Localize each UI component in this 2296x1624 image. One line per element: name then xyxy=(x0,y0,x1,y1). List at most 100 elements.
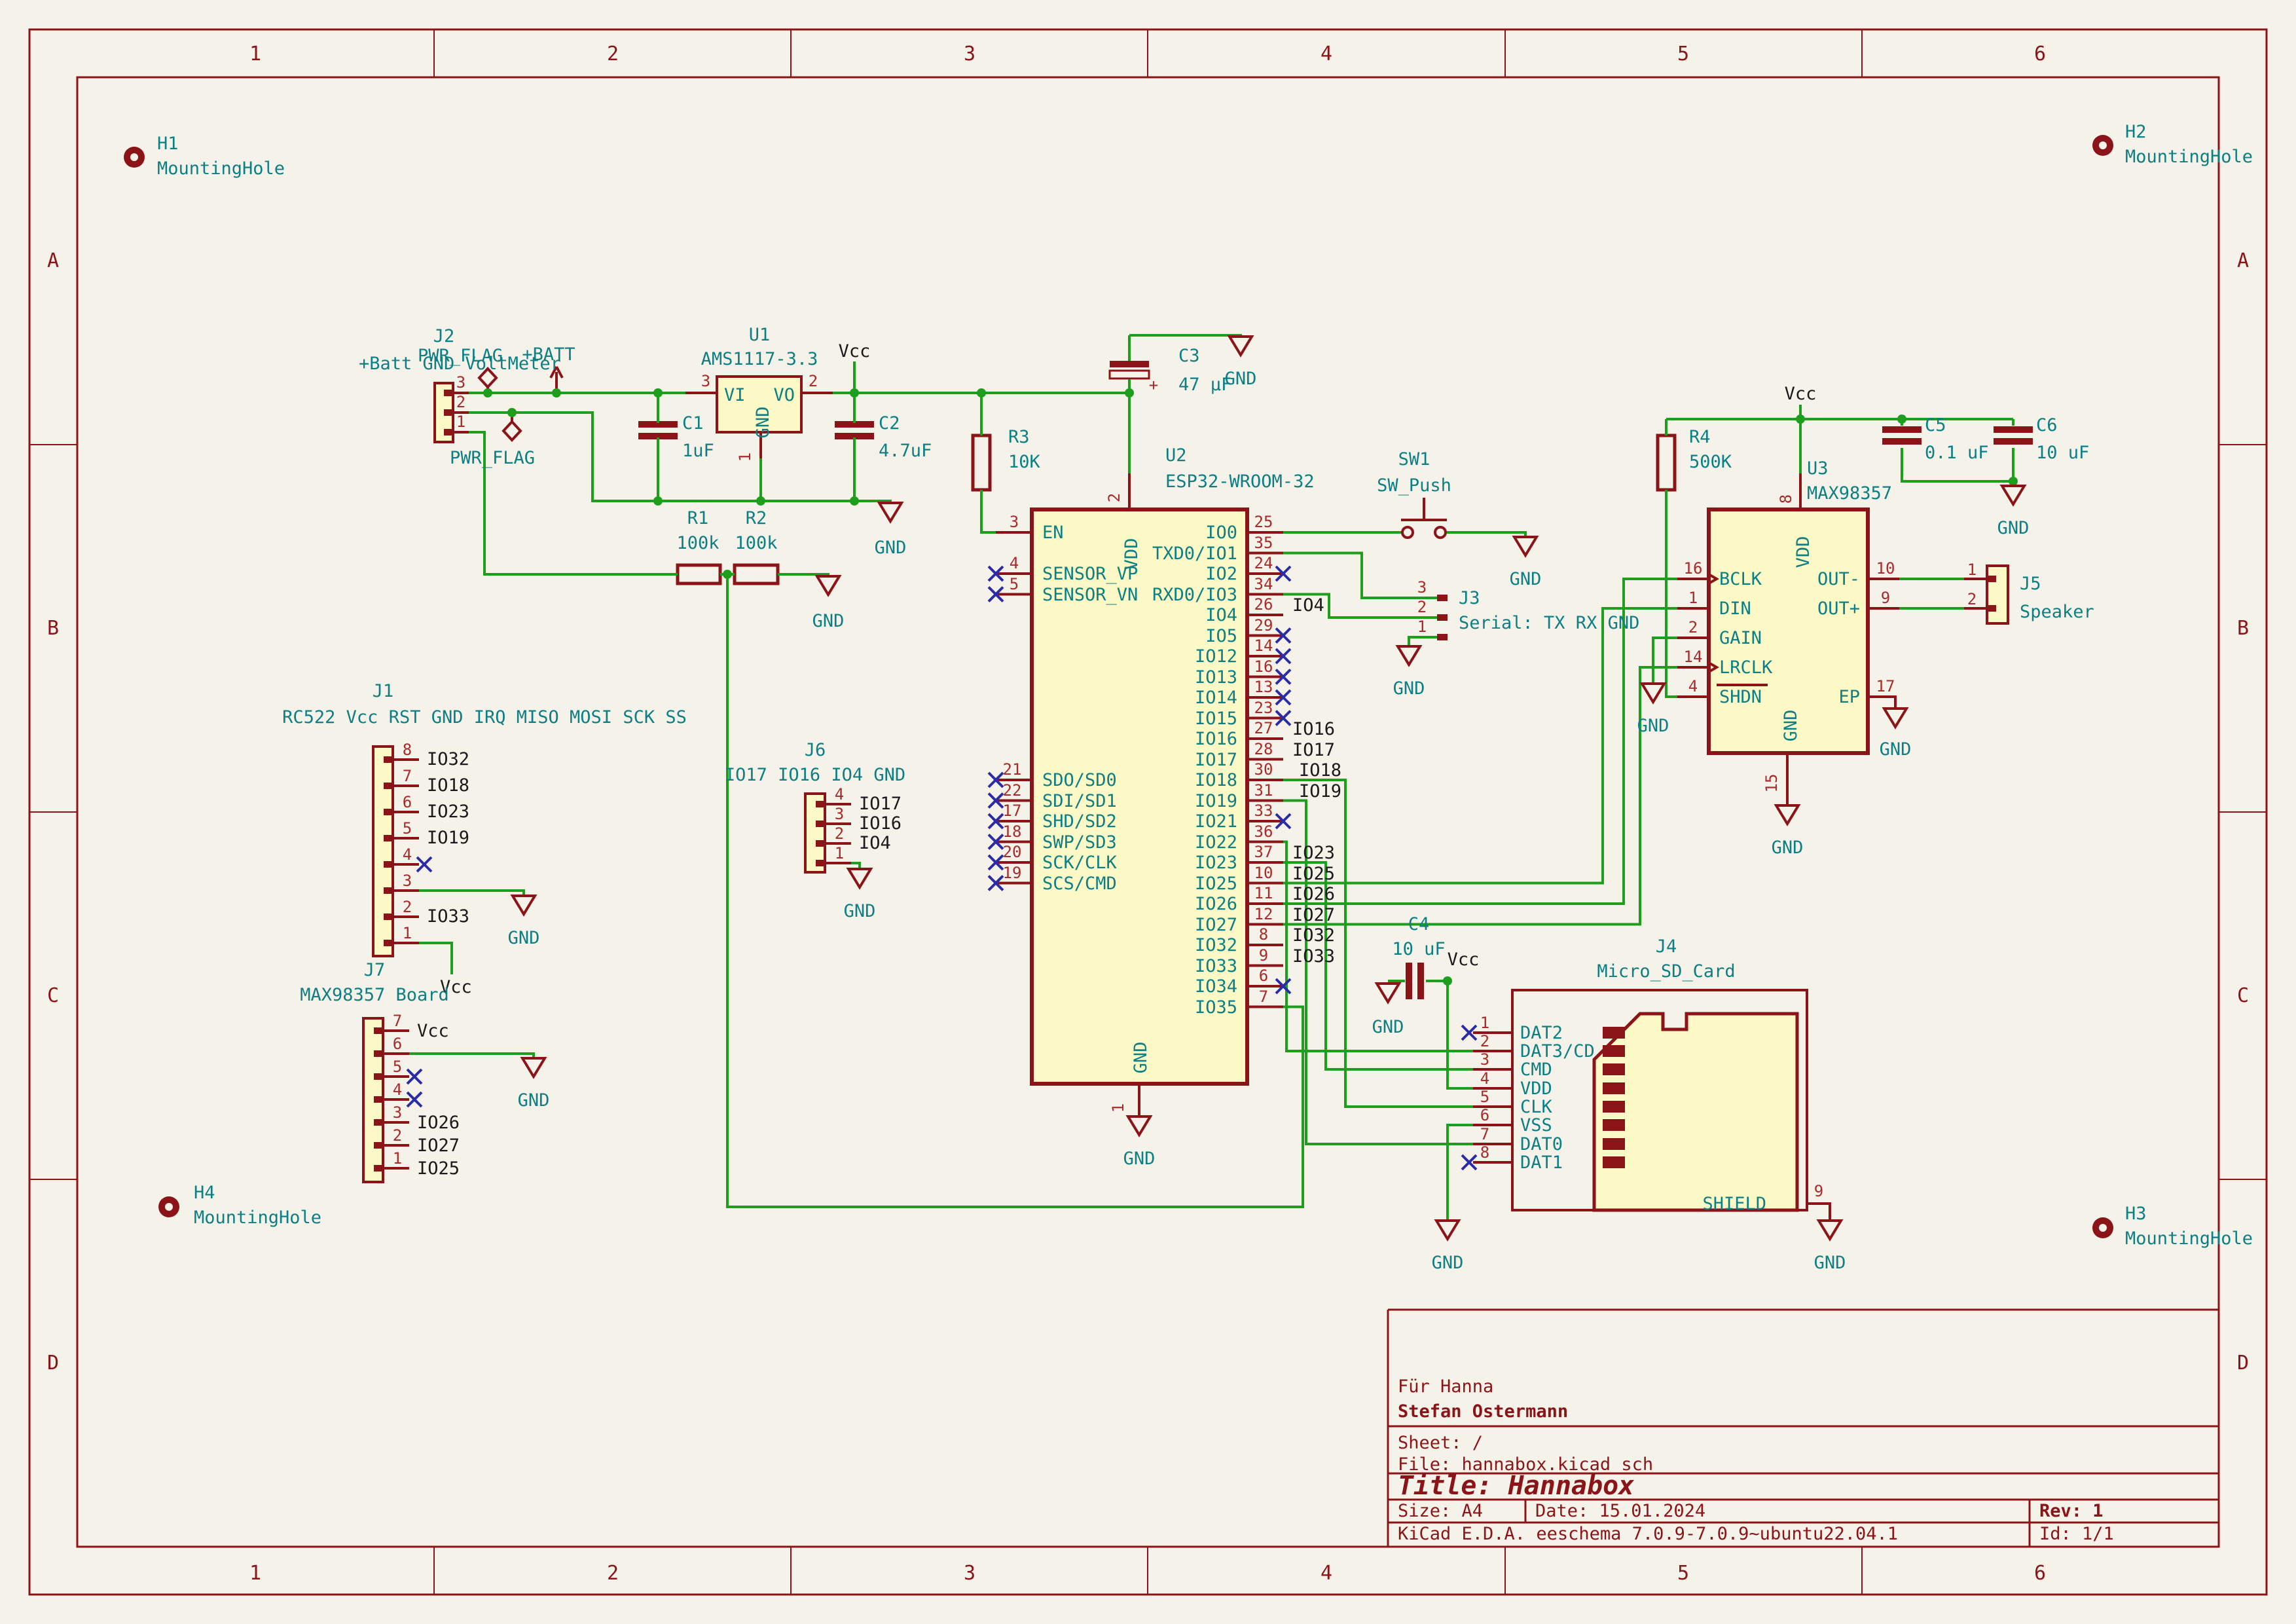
text-label: C1 xyxy=(682,413,704,434)
text-label: IO19 xyxy=(1195,791,1237,811)
text-label: 4 xyxy=(1321,43,1332,65)
pin-pad xyxy=(374,1027,383,1034)
text-label: 1 xyxy=(736,452,754,462)
text-label: 30 xyxy=(1254,760,1273,779)
text-label: LRCLK xyxy=(1719,657,1773,678)
gnd-symbol xyxy=(513,896,535,914)
text-label: DAT0 xyxy=(1520,1134,1563,1154)
text-label: 100k xyxy=(735,533,777,553)
text-label: IO18 xyxy=(1195,770,1237,790)
text-label: Date: 15.01.2024 xyxy=(1535,1501,1705,1521)
text-label: 22 xyxy=(1003,781,1022,800)
text-label: GND xyxy=(1123,1149,1156,1169)
text-label: GND xyxy=(1510,569,1542,589)
wire xyxy=(419,943,452,974)
text-label: SCK/CLK xyxy=(1042,853,1118,873)
junction-dot xyxy=(723,570,732,579)
text-label: SDI/SD1 xyxy=(1042,791,1117,811)
text-label: 26 xyxy=(1254,595,1273,614)
text-label: C3 xyxy=(1178,346,1200,366)
text-label: 3 xyxy=(393,1103,402,1122)
text-label: IO35 xyxy=(1195,997,1237,1018)
pin-pad xyxy=(444,409,453,416)
text-label: 1 xyxy=(1967,561,1977,579)
text-label: 18 xyxy=(1003,822,1022,841)
text-label: 2 xyxy=(1967,590,1977,608)
pin-pad xyxy=(384,756,393,763)
wire xyxy=(1666,490,1677,697)
text-label: IO12 xyxy=(1195,646,1237,667)
text-label: 8 xyxy=(1259,925,1268,944)
gnd-symbol xyxy=(817,576,839,595)
text-label: 36 xyxy=(1254,822,1273,841)
text-label: R1 xyxy=(687,508,709,528)
text-label: 1uF xyxy=(682,441,714,461)
text-label: GND xyxy=(1997,518,2030,538)
pin-pad xyxy=(384,887,393,894)
text-label: GND xyxy=(1637,716,1669,736)
text-label: ESP32-WROOM-32 xyxy=(1165,471,1315,492)
junction-dot xyxy=(483,388,492,397)
text-label: 1 xyxy=(249,1562,261,1585)
text-label: IO4 xyxy=(1292,595,1324,616)
wire xyxy=(1283,667,1677,925)
text-label: IO26 xyxy=(417,1113,460,1133)
mounting-hole-icon xyxy=(165,1203,173,1211)
text-label: IO23 xyxy=(1292,843,1335,863)
resistor-body xyxy=(973,435,990,490)
text-label: IO26 xyxy=(1195,894,1237,914)
text-label: 10 uF xyxy=(2036,443,2089,463)
text-label: J3 xyxy=(1459,588,1480,608)
text-label: IO0 xyxy=(1205,523,1237,543)
pin-pad xyxy=(1603,1156,1625,1168)
text-label: C4 xyxy=(1408,914,1430,934)
pin-pad xyxy=(374,1142,383,1149)
text-label: J6 xyxy=(805,740,826,760)
text-label: J5 xyxy=(2020,574,2041,594)
text-label: CLK xyxy=(1520,1097,1553,1117)
resistor-body xyxy=(735,565,778,583)
text-label: OUT- xyxy=(1817,569,1860,589)
text-label: IO4 xyxy=(1205,605,1237,625)
text-label: VDD xyxy=(1793,536,1813,568)
text-label: 3 xyxy=(1480,1050,1489,1069)
text-label: 17 xyxy=(1003,802,1022,820)
text-label: 6 xyxy=(2034,1562,2046,1585)
text-label: SHDN xyxy=(1719,687,1762,707)
text-label: PWR_FLAG xyxy=(450,448,535,468)
text-label: 17 xyxy=(1876,677,1895,695)
text-label: Vcc xyxy=(1448,950,1480,970)
text-label: Sheet: / xyxy=(1398,1433,1483,1453)
switch-contact xyxy=(1402,527,1413,538)
text-label: 7 xyxy=(403,767,412,785)
wire xyxy=(1129,335,1241,338)
text-label: MountingHole xyxy=(194,1208,321,1228)
junction-dot xyxy=(1443,976,1452,986)
text-label: 4 xyxy=(1480,1069,1489,1088)
text-label: D xyxy=(47,1352,59,1375)
text-label: Title: Hannabox xyxy=(1398,1471,1634,1501)
junction-dot xyxy=(653,388,663,397)
resistor-body xyxy=(678,565,720,583)
mounting-hole-icon xyxy=(2099,1224,2107,1232)
pin-pad xyxy=(384,940,393,946)
text-label: MAX98357 Board xyxy=(300,985,449,1005)
text-label: Speaker xyxy=(2020,602,2094,622)
text-label: IO27 xyxy=(1195,915,1237,935)
text-label: GND xyxy=(1372,1017,1404,1037)
pin-pad xyxy=(444,390,453,396)
text-label: 10K xyxy=(1008,452,1041,472)
pin-pad xyxy=(1603,1101,1625,1113)
text-label: 3 xyxy=(701,372,710,390)
text-label: IO32 xyxy=(1292,925,1335,946)
text-label: IO15 xyxy=(1195,709,1237,729)
text-label: IO33 xyxy=(1292,946,1335,967)
text-label: 2 xyxy=(403,898,412,916)
text-label: 31 xyxy=(1254,781,1273,800)
mounting-hole-icon xyxy=(2099,141,2107,149)
text-label: + xyxy=(1149,376,1158,394)
junction-dot xyxy=(507,408,517,417)
text-label: 13 xyxy=(1254,678,1273,696)
text-label: Für Hanna xyxy=(1398,1376,1493,1397)
text-label: IO25 xyxy=(1195,874,1237,894)
